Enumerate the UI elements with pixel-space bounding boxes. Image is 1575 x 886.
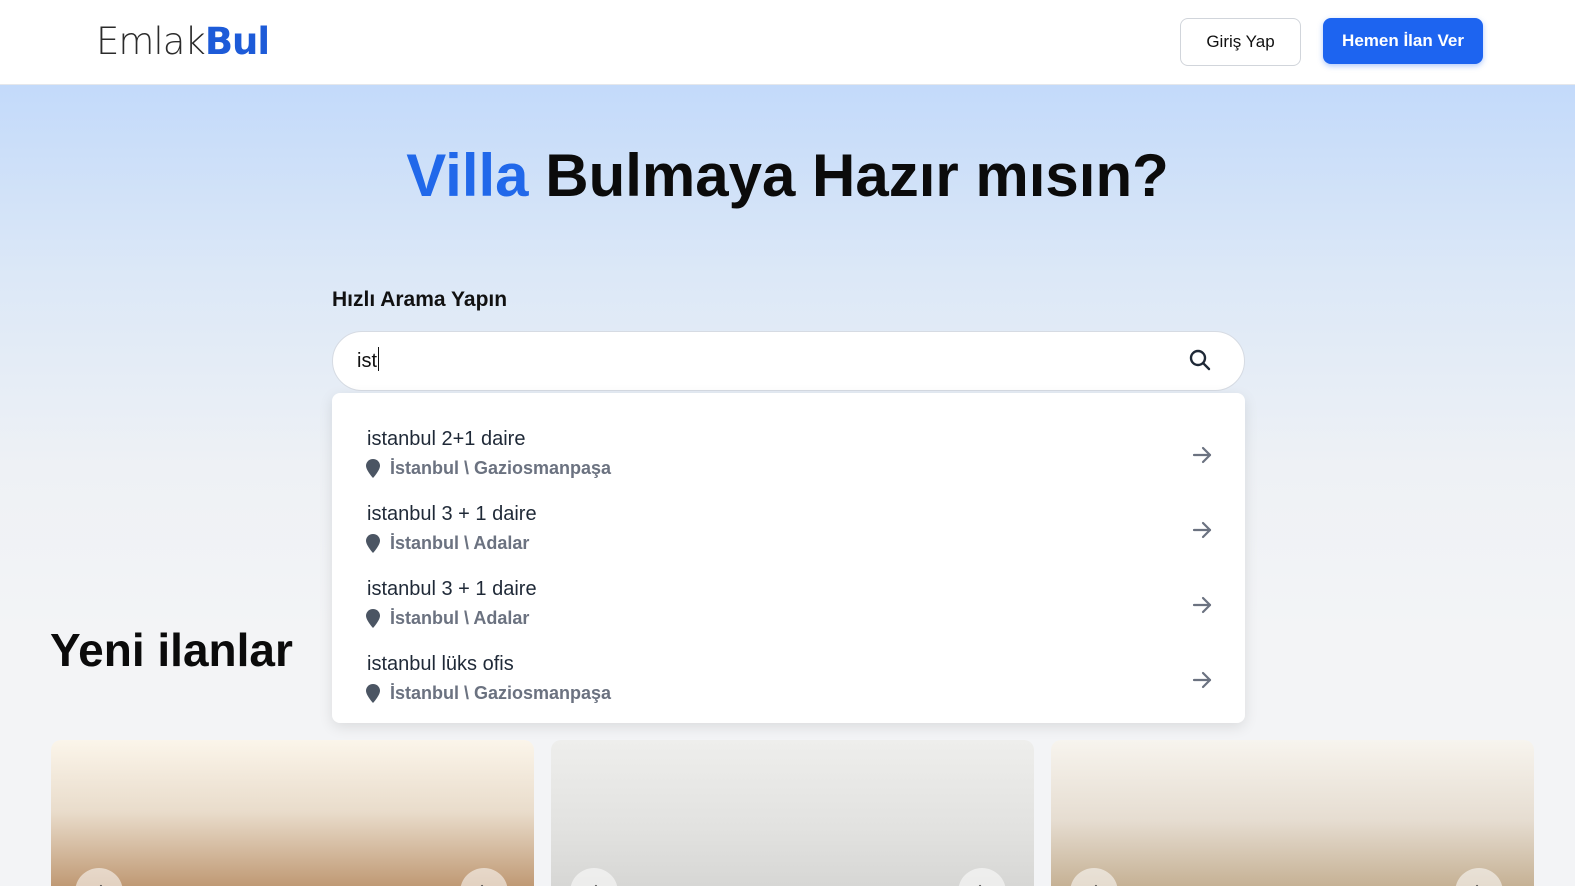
suggestion-location: İstanbul \ Adalar [390, 608, 530, 628]
suggestion-item[interactable]: istanbul 3 + 1 daire İstanbul \ Adalar [332, 553, 1245, 628]
arrow-right-icon [1192, 596, 1212, 614]
chevron-left-icon [594, 884, 598, 886]
listing-card[interactable] [551, 740, 1034, 886]
top-header: EmlakBul Giriş Yap Hemen İlan Ver [0, 0, 1575, 85]
suggestion-title: istanbul 2+1 daire [367, 428, 526, 450]
map-pin-icon [366, 609, 380, 628]
logo[interactable]: EmlakBul [96, 20, 270, 64]
text-caret [378, 347, 379, 371]
hero-title: Villa Bulmaya Hazır mısın? [0, 140, 1575, 212]
arrow-right-icon [1192, 446, 1212, 464]
hero-title-rest: Bulmaya Hazır mısın? [528, 142, 1169, 209]
suggestion-item[interactable]: istanbul lüks ofis İstanbul \ Gaziosmanp… [332, 628, 1245, 703]
chevron-right-icon [978, 884, 982, 886]
suggestion-location: İstanbul \ Gaziosmanpaşa [390, 683, 612, 703]
map-pin-icon [366, 534, 380, 553]
listing-card[interactable] [1051, 740, 1534, 886]
map-pin-icon [366, 459, 380, 478]
search-label: Hızlı Arama Yapın [332, 288, 508, 311]
suggestion-title: istanbul lüks ofis [367, 653, 514, 675]
carousel-next-button[interactable] [1455, 868, 1503, 886]
new-listings-title: Yeni ilanlar [50, 624, 293, 676]
carousel-prev-button[interactable] [75, 868, 123, 886]
chevron-right-icon [1475, 884, 1479, 886]
post-listing-button[interactable]: Hemen İlan Ver [1323, 18, 1483, 64]
arrow-right-icon [1192, 521, 1212, 539]
chevron-left-icon [1094, 884, 1098, 886]
carousel-prev-button[interactable] [570, 868, 618, 886]
search-suggestions-dropdown: istanbul 2+1 daire İstanbul \ Gaziosmanp… [332, 393, 1245, 723]
suggestion-item[interactable]: istanbul 2+1 daire İstanbul \ Gaziosmanp… [332, 403, 1245, 478]
carousel-next-button[interactable] [958, 868, 1006, 886]
carousel-next-button[interactable] [460, 868, 508, 886]
login-button[interactable]: Giriş Yap [1180, 18, 1301, 66]
carousel-prev-button[interactable] [1070, 868, 1118, 886]
arrow-right-icon [1192, 671, 1212, 689]
suggestion-location: İstanbul \ Adalar [390, 533, 530, 553]
suggestion-item[interactable]: istanbul 3 + 1 daire İstanbul \ Adalar [332, 478, 1245, 553]
suggestion-location: İstanbul \ Gaziosmanpaşa [390, 458, 612, 478]
logo-text-emlak: Emlak [96, 20, 206, 63]
search-icon[interactable] [1188, 348, 1212, 372]
search-input[interactable] [357, 332, 1177, 390]
chevron-left-icon [99, 884, 103, 886]
map-pin-icon [366, 684, 380, 703]
suggestion-title: istanbul 3 + 1 daire [367, 503, 537, 525]
chevron-right-icon [480, 884, 484, 886]
search-box[interactable] [332, 331, 1245, 391]
suggestion-title: istanbul 3 + 1 daire [367, 578, 537, 600]
logo-text-bul: Bul [204, 20, 270, 63]
hero-title-accent: Villa [406, 142, 529, 209]
listing-card[interactable] [51, 740, 534, 886]
